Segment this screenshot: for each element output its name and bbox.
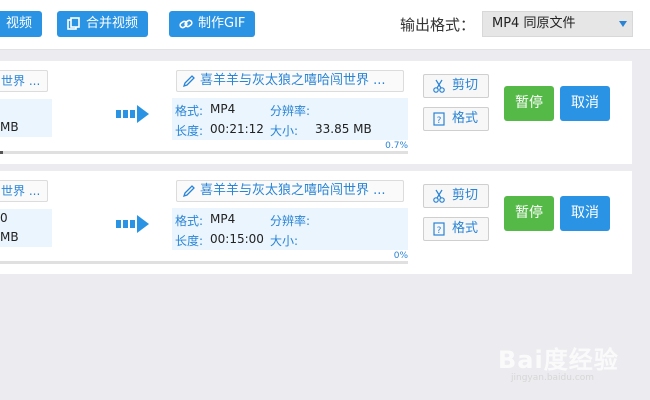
edit-pencil-icon: [182, 75, 195, 88]
duration-key: 长度:: [175, 124, 204, 138]
progress-bar: [0, 261, 408, 264]
toolbar: 视频 合并视频 制作GIF 输出格式： MP4 同原文件: [0, 0, 650, 50]
make-gif-button[interactable]: 制作GIF: [169, 11, 256, 37]
format-key: 格式:: [175, 104, 204, 118]
resolution-key: 分辨率:: [270, 104, 311, 118]
cut-button[interactable]: 剪切: [423, 74, 489, 98]
link-icon: [179, 19, 193, 29]
format-button-label: 格式: [452, 221, 479, 236]
add-video-label: 视频: [6, 16, 33, 31]
output-format-label: 输出格式：: [400, 16, 476, 34]
cut-label: 剪切: [452, 188, 479, 203]
format-value: MP4: [210, 102, 236, 116]
svg-text:?: ?: [437, 226, 442, 236]
source-info-size: MB: [0, 120, 19, 134]
output-filename-text: 喜羊羊与灰太狼之嘻哈闯世界 ...: [200, 183, 386, 198]
source-info-size: MB: [0, 230, 19, 244]
duration-value: 00:21:12: [210, 122, 264, 136]
size-key: 大小:: [270, 124, 299, 138]
make-gif-label: 制作GIF: [198, 16, 246, 31]
format-settings-button[interactable]: ? 格式: [423, 217, 489, 241]
output-filename-text: 喜羊羊与灰太狼之嘻哈闯世界 ...: [200, 73, 386, 88]
question-doc-icon: ?: [433, 222, 445, 236]
merge-icon: [67, 17, 80, 30]
source-info-line: 0: [0, 211, 8, 225]
progress-fill: [0, 151, 3, 154]
output-filename[interactable]: 喜羊羊与灰太狼之嘻哈闯世界 ...: [176, 70, 404, 92]
duration-value: 00:15:00: [210, 232, 264, 246]
convert-arrow-icon: [116, 215, 149, 233]
duration-key: 长度:: [175, 234, 204, 248]
convert-arrow-icon: [116, 105, 149, 123]
output-info: 格式: MP4 分辨率: 长度: 00:21:12 大小: 33.85 MB: [172, 98, 408, 140]
progress-bar: [0, 151, 408, 154]
cut-button[interactable]: 剪切: [423, 184, 489, 208]
cancel-button[interactable]: 取消: [560, 196, 610, 231]
question-doc-icon: ?: [433, 112, 445, 126]
output-filename[interactable]: 喜羊羊与灰太狼之嘻哈闯世界 ...: [176, 180, 404, 202]
resolution-key: 分辨率:: [270, 214, 311, 228]
source-info: MB: [0, 99, 52, 137]
format-value: MP4: [210, 212, 236, 226]
output-info: 格式: MP4 分辨率: 长度: 00:15:00 大小:: [172, 208, 408, 250]
task-row: 世界 ... 0 MB 喜羊羊与灰太狼之嘻哈闯世界 ... 格式: MP4 分辨…: [0, 171, 632, 274]
output-format-select[interactable]: MP4 同原文件: [482, 11, 633, 37]
merge-video-button[interactable]: 合并视频: [57, 11, 149, 37]
progress-percent: 0.7%: [385, 141, 408, 151]
pause-button[interactable]: 暂停: [504, 196, 554, 231]
format-settings-button[interactable]: ? 格式: [423, 107, 489, 131]
svg-text:?: ?: [437, 116, 442, 126]
size-value: 33.85 MB: [315, 122, 372, 136]
cancel-button[interactable]: 取消: [560, 86, 610, 121]
dropdown-arrow-icon: [619, 21, 627, 27]
merge-video-label: 合并视频: [86, 16, 139, 31]
source-filename[interactable]: 世界 ...: [0, 70, 48, 92]
size-key: 大小:: [270, 234, 299, 248]
format-key: 格式:: [175, 214, 204, 228]
source-filename[interactable]: 世界 ...: [0, 180, 48, 202]
progress-percent: 0%: [393, 251, 408, 261]
format-button-label: 格式: [452, 111, 479, 126]
output-format-value: MP4 同原文件: [492, 16, 576, 31]
source-info: 0 MB: [0, 209, 52, 247]
cut-label: 剪切: [452, 78, 479, 93]
watermark-url: jingyan.baidu.com: [511, 373, 595, 383]
pause-button[interactable]: 暂停: [504, 86, 554, 121]
scissors-icon: [433, 189, 445, 203]
scissors-icon: [433, 79, 445, 93]
add-video-button[interactable]: 视频: [0, 11, 43, 37]
watermark-logo: Bai度经验: [498, 346, 619, 374]
edit-pencil-icon: [182, 185, 195, 198]
task-row: 世界 ... MB 喜羊羊与灰太狼之嘻哈闯世界 ... 格式: MP4 分辨率:…: [0, 61, 632, 164]
